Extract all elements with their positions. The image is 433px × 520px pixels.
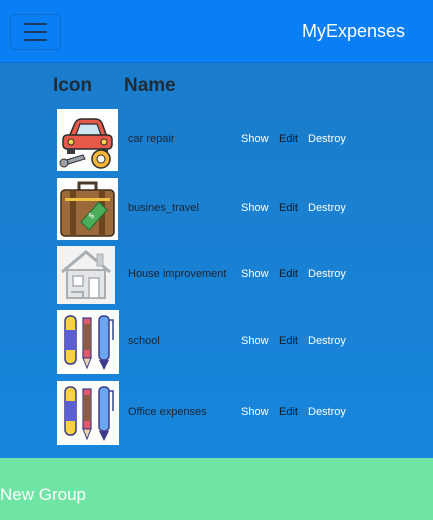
edit-link[interactable]: Edit [279,335,298,347]
destroy-link[interactable]: Destroy [308,268,346,280]
edit-link[interactable]: Edit [279,133,298,145]
hamburger-menu-icon [24,31,47,33]
row-name: car repair [128,133,175,145]
navbar: MyExpenses [0,0,433,63]
edit-link[interactable]: Edit [279,268,298,280]
edit-link[interactable]: Edit [279,406,298,418]
table-row: $ busines_travel Show Edit Destroy [0,178,433,240]
new-group-link[interactable]: New Group [0,485,86,505]
destroy-link[interactable]: Destroy [308,406,346,418]
brand-link[interactable]: MyExpenses [302,21,405,42]
column-header-icon: Icon [53,75,93,96]
table-row: Office expenses Show Edit Destroy [0,381,433,445]
show-link[interactable]: Show [241,335,269,347]
table-row: car repair Show Edit Destroy [0,109,433,171]
row-name: busines_travel [128,202,199,214]
table-row: House improvement Show Edit Destroy [0,246,433,304]
car-repair-icon [57,109,118,171]
destroy-link[interactable]: Destroy [308,133,346,145]
row-name: House improvement [128,268,227,280]
suitcase-icon: $ [57,178,118,240]
hamburger-menu-icon [24,39,47,41]
hamburger-menu-icon [24,23,47,25]
pens-icon [57,381,119,445]
show-link[interactable]: Show [241,406,269,418]
edit-link[interactable]: Edit [279,202,298,214]
show-link[interactable]: Show [241,133,269,145]
show-link[interactable]: Show [241,202,269,214]
column-header-name: Name [124,75,176,96]
navbar-toggler-button[interactable] [10,14,61,50]
show-link[interactable]: Show [241,268,269,280]
footer-bar: New Group [0,458,433,520]
house-icon [57,246,115,304]
destroy-link[interactable]: Destroy [308,335,346,347]
destroy-link[interactable]: Destroy [308,202,346,214]
row-name: school [128,335,160,347]
pens-icon [57,310,119,374]
table-row: school Show Edit Destroy [0,310,433,374]
groups-table: Icon Name car repair Show Edit Destroy $… [0,63,433,458]
row-name: Office expenses [128,406,207,418]
